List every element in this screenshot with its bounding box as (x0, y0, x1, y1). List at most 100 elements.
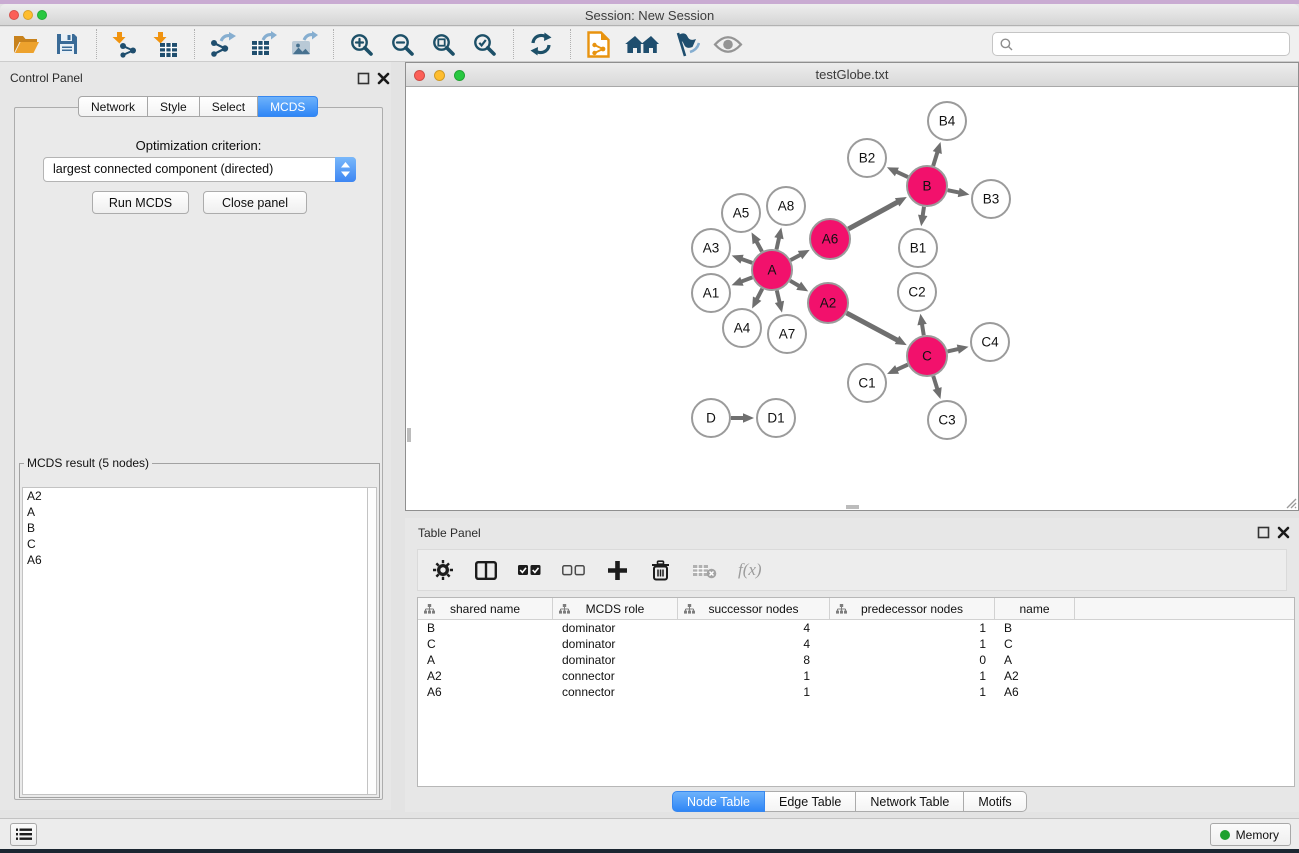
table-row[interactable]: Cdominator41C (418, 636, 1294, 652)
graph-edge-B-B1[interactable] (918, 207, 927, 226)
refresh-icon[interactable] (527, 29, 555, 59)
tab-style[interactable]: Style (148, 96, 200, 117)
graph-edge-A-A4[interactable] (752, 289, 762, 309)
graph-node-A1[interactable]: A1 (692, 274, 730, 312)
graph-node-A5[interactable]: A5 (722, 194, 760, 232)
tab-motifs[interactable]: Motifs (964, 791, 1026, 812)
graph-node-C[interactable]: C (907, 336, 947, 376)
graph-node-B4[interactable]: B4 (928, 102, 966, 140)
graph-edge-B-B2[interactable] (887, 167, 908, 177)
zoom-selected-icon[interactable] (470, 29, 498, 59)
graph-node-A7[interactable]: A7 (768, 315, 806, 353)
graph-node-A6[interactable]: A6 (810, 219, 850, 259)
graph-node-D1[interactable]: D1 (757, 399, 795, 437)
result-list-scrollbar[interactable] (367, 487, 377, 795)
mcds-result-item[interactable]: A (23, 504, 367, 520)
close-table-panel-button[interactable] (1277, 526, 1290, 539)
graph-node-A2[interactable]: A2 (808, 283, 848, 323)
network-minimize-button[interactable] (434, 70, 445, 81)
new-network-from-selection-icon[interactable] (584, 29, 612, 59)
graph-edge-A-A8[interactable] (774, 227, 783, 249)
graph-edge-C-C3[interactable] (933, 376, 942, 399)
column-header-shared-name[interactable]: shared name (418, 598, 553, 619)
graph-node-A4[interactable]: A4 (723, 309, 761, 347)
graph-edge-A-A7[interactable] (775, 290, 784, 312)
graph-edge-A-A3[interactable] (732, 255, 753, 264)
criterion-select[interactable]: largest connected component (directed) (43, 157, 356, 182)
graph-edge-D-D1[interactable] (731, 413, 754, 423)
graph-edge-A-A1[interactable] (732, 277, 753, 286)
tab-edge-table[interactable]: Edge Table (765, 791, 856, 812)
graph-edge-C-C2[interactable] (917, 314, 926, 336)
graph-node-B[interactable]: B (907, 166, 947, 206)
mcds-result-item[interactable]: B (23, 520, 367, 536)
graph-node-B3[interactable]: B3 (972, 180, 1010, 218)
home-icon[interactable] (625, 29, 659, 59)
select-all-columns-icon[interactable] (518, 564, 541, 576)
graph-node-C4[interactable]: C4 (971, 323, 1009, 361)
float-panel-button[interactable] (357, 72, 370, 85)
hide-graphics-details-icon[interactable] (672, 29, 700, 59)
graph-edge-B-B3[interactable] (948, 188, 970, 197)
zoom-out-icon[interactable] (388, 29, 416, 59)
tab-node-table[interactable]: Node Table (672, 791, 765, 812)
tab-network[interactable]: Network (78, 96, 148, 117)
export-image-icon[interactable] (290, 29, 318, 59)
tab-mcds[interactable]: MCDS (258, 96, 318, 117)
open-session-icon[interactable] (12, 29, 40, 59)
deselect-all-columns-icon[interactable] (562, 564, 585, 576)
mcds-result-item[interactable]: A6 (23, 552, 367, 568)
memory-button[interactable]: Memory (1210, 823, 1291, 846)
table-row[interactable]: Adominator80A (418, 652, 1294, 668)
graph-edge-A6-B[interactable] (848, 197, 906, 229)
network-close-button[interactable] (414, 70, 425, 81)
column-header-mcds-role[interactable]: MCDS role (553, 598, 678, 619)
graph-node-B2[interactable]: B2 (848, 139, 886, 177)
import-table-icon[interactable] (151, 29, 179, 59)
import-network-icon[interactable] (110, 29, 138, 59)
graph-node-D[interactable]: D (692, 399, 730, 437)
show-hide-eye-icon[interactable] (713, 29, 743, 59)
table-row[interactable]: Bdominator41B (418, 620, 1294, 636)
show-column-panel-icon[interactable] (475, 561, 497, 580)
column-header-successor-nodes[interactable]: successor nodes (678, 598, 830, 619)
graph-edge-A-A6[interactable] (791, 250, 810, 260)
graph-edge-B-B4[interactable] (933, 142, 942, 166)
close-panel-button[interactable]: Close panel (203, 191, 307, 214)
export-network-icon[interactable] (208, 29, 236, 59)
search-input[interactable] (1018, 37, 1282, 51)
graph-node-A8[interactable]: A8 (767, 187, 805, 225)
zoom-in-icon[interactable] (347, 29, 375, 59)
table-settings-gear-icon[interactable] (432, 560, 454, 580)
graph-node-A3[interactable]: A3 (692, 229, 730, 267)
graph-node-C3[interactable]: C3 (928, 401, 966, 439)
save-session-icon[interactable] (53, 29, 81, 59)
float-table-panel-button[interactable] (1257, 526, 1270, 539)
tab-network-table[interactable]: Network Table (856, 791, 964, 812)
horizontal-scrollbar-thumb[interactable] (846, 505, 859, 509)
vertical-scrollbar-thumb[interactable] (407, 428, 411, 442)
graph-edge-C-C1[interactable] (887, 365, 908, 374)
table-row[interactable]: A6connector11A6 (418, 684, 1294, 700)
network-canvas[interactable]: B4 B2 B B3 A8A5 A6 A3 B1 A A1 C2 A2 A4A7 C4 C C1 C3 D D1 (406, 88, 1298, 510)
tab-select[interactable]: Select (200, 96, 258, 117)
graph-node-C1[interactable]: C1 (848, 364, 886, 402)
delete-columns-icon[interactable] (649, 560, 671, 581)
task-history-button[interactable] (10, 823, 37, 846)
graph-node-A[interactable]: A (752, 250, 792, 290)
close-panel-icon[interactable] (377, 72, 390, 85)
export-table-icon[interactable] (249, 29, 277, 59)
column-header-name[interactable]: name (995, 598, 1075, 619)
graph-edge-A2-C[interactable] (847, 313, 907, 345)
graph-edge-A-A5[interactable] (752, 232, 762, 251)
run-mcds-button[interactable]: Run MCDS (92, 191, 189, 214)
column-header-predecessor-nodes[interactable]: predecessor nodes (830, 598, 995, 619)
mcds-result-item[interactable]: A2 (23, 488, 367, 504)
create-new-column-icon[interactable] (606, 561, 628, 580)
mcds-result-item[interactable]: C (23, 536, 367, 552)
graph-node-B1[interactable]: B1 (899, 229, 937, 267)
graph-edge-A-A2[interactable] (790, 281, 808, 292)
zoom-fit-icon[interactable] (429, 29, 457, 59)
graph-node-C2[interactable]: C2 (898, 273, 936, 311)
network-zoom-button[interactable] (454, 70, 465, 81)
